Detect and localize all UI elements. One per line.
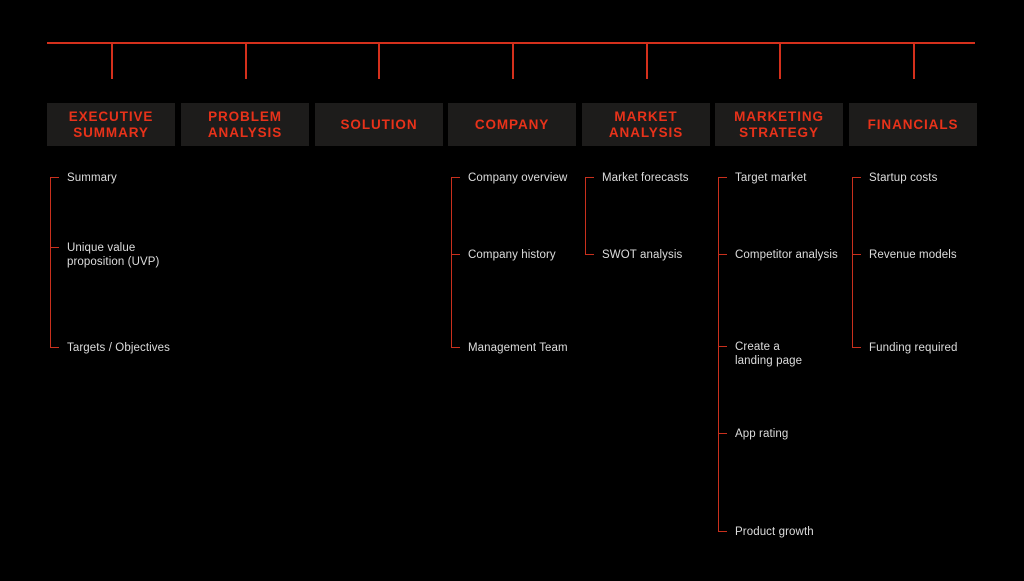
phase-item-executive-summary-0[interactable]: Summary [67, 172, 117, 186]
bracket-stub-marketing-strategy-0 [718, 177, 727, 179]
phase-item-marketing-strategy-4[interactable]: Product growth [735, 526, 814, 540]
phase-item-company-2[interactable]: Management Team [468, 342, 568, 356]
phase-label-solution: SOLUTION [340, 116, 418, 132]
phase-label-financials: FINANCIALS [867, 116, 959, 132]
phase-label-executive-summary: EXECUTIVE SUMMARY [68, 108, 154, 140]
bracket-stub-marketing-strategy-1 [718, 254, 727, 256]
timeline-tick-company [512, 43, 514, 79]
phase-item-financials-0[interactable]: Startup costs [869, 172, 937, 186]
phase-item-marketing-strategy-3[interactable]: App rating [735, 428, 788, 442]
bracket-spine-executive-summary [50, 177, 52, 347]
bracket-stub-company-0 [451, 177, 460, 179]
phase-box-solution[interactable]: SOLUTION [315, 103, 443, 146]
phase-box-financials[interactable]: FINANCIALS [849, 103, 977, 146]
phase-item-company-0[interactable]: Company overview [468, 172, 567, 186]
phase-box-market-analysis[interactable]: MARKET ANALYSIS [582, 103, 710, 146]
timeline-tick-market-analysis [646, 43, 648, 79]
phase-box-problem-analysis[interactable]: PROBLEM ANALYSIS [181, 103, 309, 146]
phase-label-market-analysis: MARKET ANALYSIS [608, 108, 684, 140]
bracket-spine-company [451, 177, 453, 347]
phase-label-problem-analysis: PROBLEM ANALYSIS [207, 108, 283, 140]
bracket-stub-marketing-strategy-4 [718, 531, 727, 533]
bracket-stub-marketing-strategy-2 [718, 346, 727, 348]
bracket-stub-market-analysis-1 [585, 254, 594, 256]
phase-item-marketing-strategy-2[interactable]: Create a landing page [735, 341, 802, 368]
timeline-tick-executive-summary [111, 43, 113, 79]
phase-item-company-1[interactable]: Company history [468, 249, 556, 263]
bracket-stub-executive-summary-2 [50, 347, 59, 349]
phase-item-financials-2[interactable]: Funding required [869, 342, 958, 356]
bracket-stub-executive-summary-0 [50, 177, 59, 179]
phase-box-company[interactable]: COMPANY [448, 103, 576, 146]
diagram-canvas: EXECUTIVE SUMMARY PROBLEM ANALYSIS SOLUTIO… [0, 0, 1024, 581]
timeline-tick-problem-analysis [245, 43, 247, 79]
bracket-stub-marketing-strategy-3 [718, 433, 727, 435]
bracket-stub-company-2 [451, 347, 460, 349]
bracket-stub-executive-summary-1 [50, 247, 59, 249]
timeline-tick-marketing-strategy [779, 43, 781, 79]
timeline-tick-solution [378, 43, 380, 79]
phase-label-marketing-strategy: MARKETING STRATEGY [734, 108, 824, 140]
phase-item-executive-summary-1[interactable]: Unique value proposition (UVP) [67, 242, 159, 269]
phase-item-executive-summary-2[interactable]: Targets / Objectives [67, 342, 170, 356]
timeline-tick-financials [913, 43, 915, 79]
bracket-stub-financials-2 [852, 347, 861, 349]
phase-box-executive-summary[interactable]: EXECUTIVE SUMMARY [47, 103, 175, 146]
bracket-spine-financials [852, 177, 854, 347]
bracket-stub-market-analysis-0 [585, 177, 594, 179]
bracket-stub-financials-1 [852, 254, 861, 256]
timeline-axis [47, 42, 975, 44]
bracket-spine-market-analysis [585, 177, 587, 254]
phase-item-marketing-strategy-1[interactable]: Competitor analysis [735, 249, 838, 263]
phase-item-financials-1[interactable]: Revenue models [869, 249, 957, 263]
phase-box-marketing-strategy[interactable]: MARKETING STRATEGY [715, 103, 843, 146]
bracket-spine-marketing-strategy [718, 177, 720, 531]
bracket-stub-financials-0 [852, 177, 861, 179]
phase-item-market-analysis-1[interactable]: SWOT analysis [602, 249, 682, 263]
phase-label-company: COMPANY [474, 116, 550, 132]
bracket-stub-company-1 [451, 254, 460, 256]
phase-item-marketing-strategy-0[interactable]: Target market [735, 172, 807, 186]
phase-item-market-analysis-0[interactable]: Market forecasts [602, 172, 689, 186]
